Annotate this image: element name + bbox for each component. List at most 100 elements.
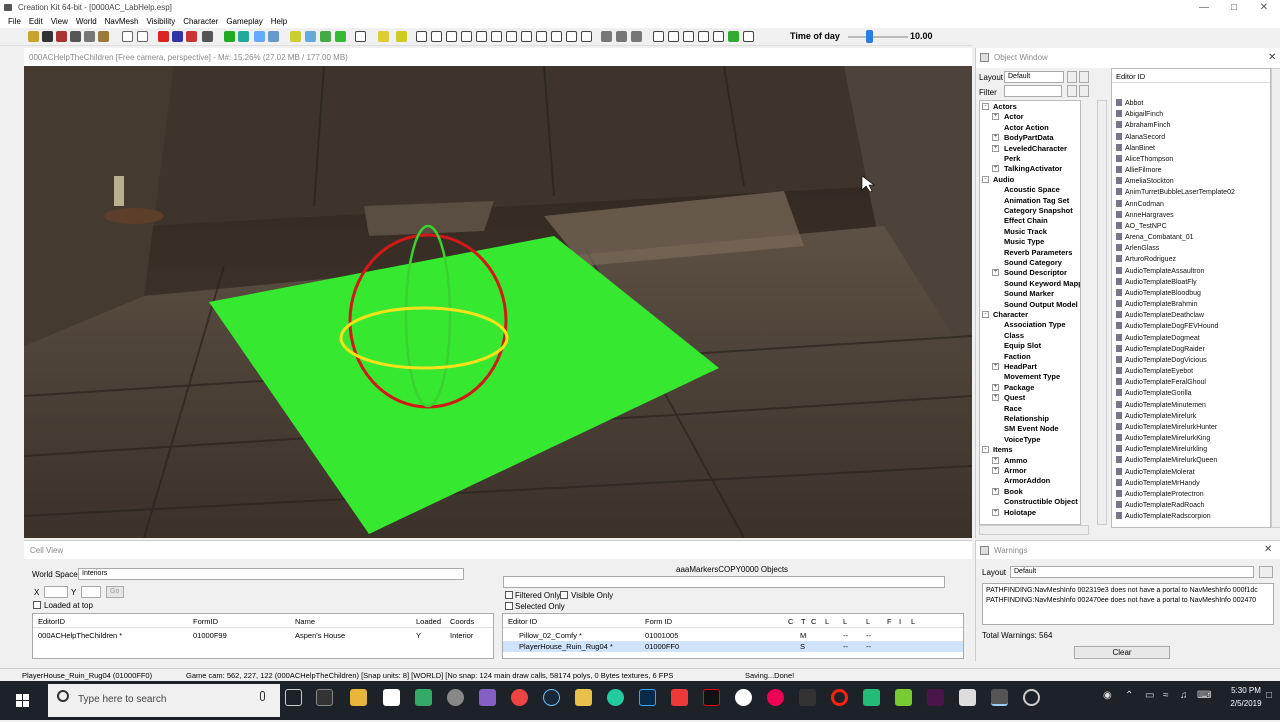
tree-expander-icon[interactable]: + [992,269,999,277]
cut-icon[interactable] [70,31,81,42]
unity-icon[interactable] [959,689,976,706]
list-item[interactable]: AudioTemplateBloodbug [1116,288,1201,297]
list-item[interactable]: AnimTurretBubbleLaserTemplate02 [1116,188,1235,196]
list-item[interactable]: AlanaSecord [1116,132,1165,141]
objects-col-l3[interactable]: L [866,617,870,626]
list-item[interactable]: AbrahamFinch [1116,121,1171,129]
tree-item[interactable]: Package [1004,383,1034,392]
view-icon-2[interactable] [431,31,442,42]
view-icon-4[interactable] [461,31,472,42]
cells-col-formid[interactable]: FormID [193,617,218,626]
creation-kit-icon[interactable] [991,689,1008,706]
tree-item[interactable]: Relationship [1004,414,1049,423]
tree-item[interactable]: Actor [1004,112,1024,121]
objects-col-form-id[interactable]: Form ID [645,617,672,626]
list-item[interactable]: AudioTemplateMirelurkKing [1116,434,1210,442]
x-input[interactable] [44,586,68,598]
tree-item[interactable]: Character [993,310,1028,319]
tree-item[interactable]: TalkingActivator [1004,164,1062,173]
view-icon-6[interactable] [491,31,502,42]
save-as-icon[interactable] [56,31,67,42]
volume-icon[interactable]: ♫ [1180,690,1188,701]
view-icon-8[interactable] [521,31,532,42]
tool-icon-1[interactable] [601,31,612,42]
sun-icon[interactable] [396,31,407,42]
menu-character[interactable]: Character [183,17,218,26]
battery-icon[interactable]: ▭ [1145,690,1154,701]
tree-expander-icon[interactable]: + [992,487,999,495]
time-of-day-slider-thumb[interactable] [866,30,873,43]
undo-icon[interactable] [122,31,133,42]
objects-col-l4[interactable]: L [911,617,915,626]
cells-col-name[interactable]: Name [295,617,315,626]
objects-table[interactable]: Editor ID Form ID C T C L L L F I L Pill… [502,613,964,659]
tray-chevron-icon[interactable]: ⌃ [1125,690,1133,701]
view-icon-10[interactable] [551,31,562,42]
app-icon-round[interactable] [1023,689,1040,706]
object-list[interactable]: Editor ID Abbot AbigailFinch AbrahamFinch A… [1111,68,1271,528]
people-icon[interactable]: ◉ [1103,690,1112,701]
tree-item[interactable]: Sound Output Model [1004,300,1078,309]
list-item[interactable]: AudioTemplateGorilla [1116,389,1192,397]
app-icon-green[interactable] [895,689,912,706]
table-row[interactable]: 000ACHelpTheChildren * 01000F99 Aspen's … [33,630,493,641]
objects-col-editor-id[interactable]: Editor ID [508,617,537,626]
tree-item[interactable]: Sound Marker [1004,289,1054,298]
tree-expander-icon[interactable]: + [992,165,999,173]
menu-navmesh[interactable]: NavMesh [105,17,139,26]
tree-expander-icon[interactable]: + [992,363,999,370]
list-item[interactable]: AudioTemplateEyebot [1116,367,1193,375]
mail-icon[interactable] [383,689,400,706]
list-item[interactable]: AbigailFinch [1116,110,1163,118]
select-icon[interactable] [158,31,169,42]
tree-item[interactable]: ArmorAddon [1004,476,1050,485]
game-icon[interactable] [415,689,432,706]
menu-visibility[interactable]: Visibility [146,17,175,26]
tree-item[interactable]: Book [1004,487,1023,496]
view-icon-11[interactable] [566,31,577,42]
cells-table[interactable]: EditorID FormID Name Loaded Coords 000AC… [32,613,494,659]
tree-expander-icon[interactable]: - [982,446,989,454]
menu-file[interactable]: File [8,17,21,26]
warnings-close-icon[interactable]: ✕ [1264,544,1272,555]
taskbar-search-input[interactable]: Type here to search [48,684,280,717]
photoshop-icon[interactable] [639,689,656,706]
list-header-editor-id[interactable]: Editor ID [1112,69,1270,83]
paste-icon[interactable] [98,31,109,42]
open-icon[interactable] [28,31,39,42]
folder-icon[interactable] [575,689,592,706]
notifications-icon[interactable]: □ [1266,690,1272,701]
tree-expander-icon[interactable]: + [992,394,999,402]
lightbulb-icon[interactable] [378,31,389,42]
copy-icon[interactable] [84,31,95,42]
tree-item[interactable]: HeadPart [1004,362,1037,371]
rotate-icon[interactable] [186,31,197,42]
tree-item[interactable]: Armor [1004,466,1027,475]
list-item[interactable]: AudioTemplateDogVicious [1116,355,1207,364]
taskbar-clock[interactable]: 5:30 PM 2/5/2019 [1226,684,1266,710]
water-icon[interactable] [238,31,249,42]
list-item[interactable]: AudioTemplateMrHandy [1116,478,1200,487]
media-icon[interactable] [767,689,784,706]
list-item[interactable]: AudioTemplateDogFEVHound [1116,322,1218,330]
tree-item[interactable]: VoiceType [1004,435,1040,444]
list-item[interactable]: AllieFilmore [1116,166,1162,174]
list-item[interactable]: AudioTemplateMirelurkQueen [1116,456,1217,464]
tree-item[interactable]: Sound Descriptor [1004,268,1067,277]
tree-item[interactable]: Constructible Object [1004,497,1078,506]
tree-expander-icon[interactable]: + [992,113,999,121]
tree-item[interactable]: Audio [993,175,1014,184]
landscape-icon[interactable] [224,31,235,42]
view-icon-5[interactable] [476,31,487,42]
filter-button-1[interactable] [1067,85,1077,97]
edge-icon[interactable] [607,689,624,706]
network-app-icon[interactable] [447,689,464,706]
tree-item[interactable]: Actors [993,102,1017,111]
list-item[interactable]: ArlenGlass [1116,244,1159,252]
time-of-day-slider[interactable] [848,36,908,38]
menu-edit[interactable]: Edit [29,17,43,26]
tree-item[interactable]: Music Track [1004,227,1047,236]
tree-item[interactable]: Items [993,445,1013,454]
tree-item[interactable]: Race [1004,404,1022,413]
tree-expander-icon[interactable]: + [992,508,999,516]
